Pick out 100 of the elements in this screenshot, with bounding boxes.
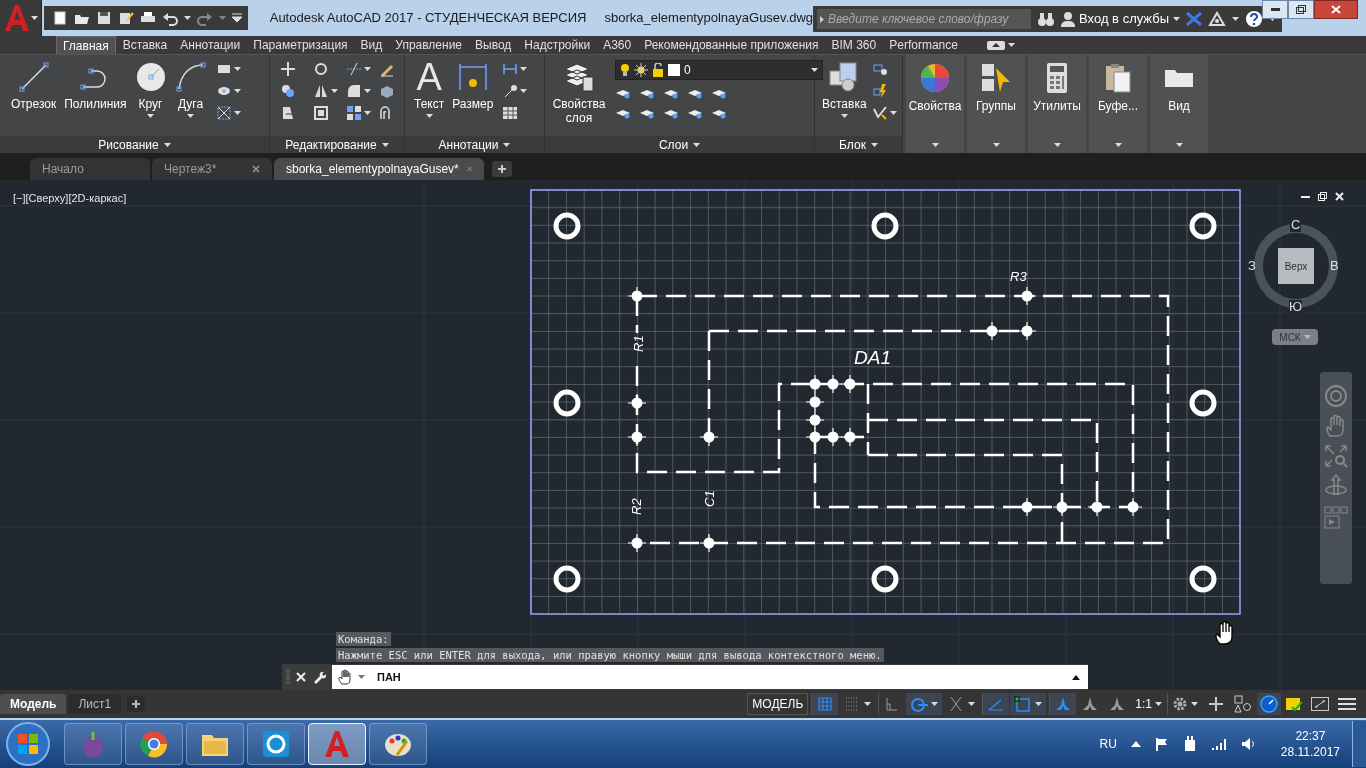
layers-tool-button[interactable]: Свойства слоя xyxy=(549,55,609,136)
minimize-button[interactable] xyxy=(1262,0,1288,19)
attribute-icon[interactable] xyxy=(871,105,888,121)
layout-tab[interactable]: Лист1 xyxy=(68,694,122,714)
grid-toggle[interactable] xyxy=(811,693,839,715)
ribbon-tab[interactable]: Главная xyxy=(56,36,116,54)
explode-icon[interactable] xyxy=(379,83,395,99)
panel-title-bar[interactable]: Блок xyxy=(815,136,902,153)
panel-title-bar[interactable]: Редактирование xyxy=(270,136,404,153)
show-hidden-icons[interactable] xyxy=(1130,741,1141,747)
trim-icon[interactable] xyxy=(346,61,362,77)
sign-in-button[interactable]: Вход в службы xyxy=(1061,9,1180,29)
clock[interactable]: 22:37 28.11.2017 xyxy=(1280,728,1340,760)
dimension-tool-button[interactable]: Размер xyxy=(449,55,497,136)
file-tab[interactable]: sborka_elementypolnayaGusev* xyxy=(274,158,484,180)
new-tab-button[interactable] xyxy=(492,161,512,177)
ribbon-tab[interactable]: Performance xyxy=(883,36,964,54)
ribbon-tab[interactable]: Надстройки xyxy=(518,36,597,54)
file-tab[interactable]: Чертеж3* xyxy=(152,158,272,180)
redo-icon[interactable] xyxy=(196,10,213,26)
annotation-scale-button[interactable]: 1:1 xyxy=(1131,693,1166,715)
panel-title-bar[interactable]: Рисование xyxy=(0,136,269,153)
maximize-button[interactable] xyxy=(1288,0,1314,19)
close-button[interactable] xyxy=(1314,0,1358,19)
copy-icon[interactable] xyxy=(280,83,296,99)
rotate-icon[interactable] xyxy=(313,61,329,77)
start-button[interactable] xyxy=(6,722,50,766)
model-space-button[interactable]: МОДЕЛЬ xyxy=(747,693,809,715)
wrench-icon[interactable] xyxy=(312,670,326,684)
color-wheel-panel-button[interactable]: Свойства xyxy=(906,55,964,153)
command-input-field[interactable]: ПАН xyxy=(332,665,1088,689)
taskbar-app-button[interactable] xyxy=(247,723,305,765)
expand-history-icon[interactable] xyxy=(1072,674,1080,680)
undo-icon[interactable] xyxy=(161,10,178,26)
close-command-icon[interactable] xyxy=(296,672,306,682)
linear-dimension-icon[interactable] xyxy=(502,61,519,77)
calculator-panel-button[interactable]: Утилиты xyxy=(1028,55,1086,153)
boundary-icon[interactable] xyxy=(215,105,232,121)
add-layout-button[interactable] xyxy=(127,696,146,712)
array-icon[interactable] xyxy=(346,105,362,121)
viewport-controls-label[interactable]: [−][Сверху][2D-каркас] xyxy=(13,190,127,207)
otrack-toggle[interactable] xyxy=(982,693,1010,715)
ribbon-tab[interactable]: Параметризация xyxy=(247,36,354,54)
close-viewport-icon[interactable] xyxy=(1335,192,1344,201)
network-triangle-icon[interactable] xyxy=(1208,11,1226,27)
move-icon[interactable] xyxy=(280,61,296,77)
panel-title-bar[interactable]: Аннотации xyxy=(405,136,544,153)
signal-bars-icon[interactable] xyxy=(1210,738,1227,750)
group-panel-button[interactable]: Группы xyxy=(967,55,1025,153)
fillet-icon[interactable] xyxy=(346,83,362,99)
stretch-icon[interactable] xyxy=(280,105,296,121)
ribbon-tab[interactable]: Рекомендованные приложения xyxy=(638,36,825,54)
hardware-acceleration-button[interactable] xyxy=(1257,693,1281,715)
save-as-icon[interactable] xyxy=(117,10,134,26)
ribbon-tab[interactable]: Управление xyxy=(389,36,468,54)
block-edit-icon[interactable] xyxy=(871,61,888,77)
restore-viewport-icon[interactable] xyxy=(1318,192,1327,201)
line-tool-button[interactable]: Отрезок xyxy=(8,55,60,136)
save-icon[interactable] xyxy=(95,10,112,26)
show-desktop-button[interactable] xyxy=(1352,721,1366,767)
flag-icon[interactable] xyxy=(1154,737,1169,751)
taskbar-app-button[interactable] xyxy=(186,723,244,765)
leader-icon[interactable] xyxy=(502,83,519,99)
new-file-icon[interactable] xyxy=(51,10,68,26)
customize-icon[interactable] xyxy=(231,13,242,23)
taskbar-app-button[interactable] xyxy=(125,723,183,765)
panel-title-bar[interactable]: Слои xyxy=(545,136,814,153)
layer-dropdown[interactable]: 0 xyxy=(615,60,823,80)
table-icon[interactable] xyxy=(502,105,519,121)
ribbon-tab[interactable]: Вид xyxy=(354,36,389,54)
ribbon-tab[interactable]: Вставка xyxy=(116,36,174,54)
speaker-icon[interactable] xyxy=(1240,737,1257,751)
input-language[interactable]: RU xyxy=(1099,735,1117,753)
help-icon[interactable] xyxy=(1245,10,1263,28)
block-flash-icon[interactable] xyxy=(871,83,888,99)
compass-direction[interactable]: Ю xyxy=(1289,300,1303,314)
compass-direction[interactable]: С xyxy=(1290,218,1302,232)
file-tab[interactable]: Начало xyxy=(30,158,150,180)
close-tab-icon[interactable] xyxy=(252,165,260,173)
panel-toggle-icon[interactable] xyxy=(986,40,1005,50)
clipboard-panel-button[interactable]: Буфе... xyxy=(1089,55,1147,153)
taskbar-app-button[interactable] xyxy=(369,723,427,765)
osnap-toggle[interactable] xyxy=(1010,693,1047,715)
arc-tool-button[interactable]: Дуга xyxy=(171,55,210,136)
application-button[interactable] xyxy=(0,0,42,36)
mirror-icon[interactable] xyxy=(313,83,329,99)
viewcube-face[interactable]: Верх xyxy=(1278,248,1314,284)
ribbon-tab[interactable]: Вывод xyxy=(469,36,518,54)
annotation-toggle[interactable] xyxy=(1049,693,1077,715)
layout-tab[interactable]: Модель xyxy=(0,694,67,714)
ribbon-tab[interactable]: A360 xyxy=(597,36,638,54)
ribbon-tab[interactable]: BIM 360 xyxy=(825,36,883,54)
compass-direction[interactable]: З xyxy=(1248,259,1256,273)
power-plug-icon[interactable] xyxy=(1182,736,1197,752)
polyline-tool-button[interactable]: Полилиния xyxy=(61,55,130,136)
polar-toggle[interactable] xyxy=(906,693,943,715)
ribbon-tab[interactable]: Аннотации xyxy=(174,36,247,54)
compass-direction[interactable]: В xyxy=(1330,259,1339,273)
circle-tool-button[interactable]: Круг xyxy=(131,55,170,136)
folder-panel-button[interactable]: Вид xyxy=(1150,55,1208,153)
